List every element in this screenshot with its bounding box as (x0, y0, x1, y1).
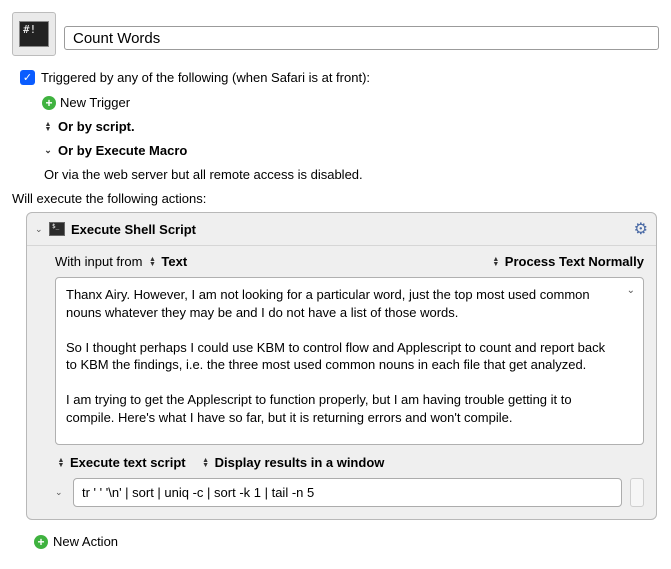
new-action-button[interactable]: + New Action (34, 534, 659, 549)
trigger-checkbox-label: Triggered by any of the following (when … (41, 70, 370, 85)
input-mode-value: Text (161, 254, 187, 269)
execute-option-selector[interactable]: ▲▼ Execute text script (55, 455, 186, 470)
plus-icon: + (34, 535, 48, 549)
chevron-down-icon[interactable]: ⌄ (55, 487, 65, 498)
display-option-selector[interactable]: ▲▼ Display results in a window (200, 455, 385, 470)
or-by-script-button[interactable]: ▲▼ Or by script. (42, 119, 659, 134)
script-side-handle[interactable] (630, 478, 644, 507)
input-text-content: Thanx Airy. However, I am not looking fo… (66, 287, 609, 425)
chevron-down-icon: ⌄ (42, 145, 54, 156)
macro-title-input[interactable] (64, 26, 659, 50)
checked-checkbox-icon[interactable]: ✓ (20, 70, 35, 85)
updown-icon: ▲▼ (200, 458, 212, 468)
chevron-down-icon[interactable]: ⌄ (627, 284, 635, 298)
process-mode-value: Process Text Normally (505, 254, 644, 269)
display-option-value: Display results in a window (215, 455, 385, 470)
header-row: #! (12, 12, 659, 56)
action-block: ⌄ $_ Execute Shell Script ⚙ With input f… (26, 212, 657, 520)
input-text-area[interactable]: ⌄ Thanx Airy. However, I am not looking f… (55, 277, 644, 445)
or-by-execute-macro-label: Or by Execute Macro (58, 143, 187, 158)
with-input-from-label: With input from (55, 254, 142, 269)
or-via-web-text: Or via the web server but all remote acc… (44, 167, 659, 182)
script-text-input[interactable] (73, 478, 622, 507)
updown-icon: ▲▼ (55, 458, 67, 468)
gear-icon[interactable]: ⚙ (634, 219, 648, 239)
action-header[interactable]: ⌄ $_ Execute Shell Script ⚙ (27, 213, 656, 246)
will-execute-label: Will execute the following actions: (12, 191, 659, 206)
or-via-web-label: Or via the web server but all remote acc… (44, 167, 363, 182)
new-trigger-button[interactable]: + New Trigger (42, 95, 659, 110)
terminal-icon: #! (19, 21, 49, 47)
updown-icon: ▲▼ (146, 257, 158, 267)
input-mode-selector[interactable]: ▲▼ Text (146, 254, 187, 269)
or-by-execute-macro-button[interactable]: ⌄ Or by Execute Macro (42, 143, 659, 158)
trigger-checkbox-row[interactable]: ✓ Triggered by any of the following (whe… (20, 70, 659, 85)
execute-option-value: Execute text script (70, 455, 186, 470)
updown-icon: ▲▼ (42, 122, 54, 132)
macro-icon-button[interactable]: #! (12, 12, 56, 56)
macro-icon-text: #! (23, 24, 36, 35)
new-trigger-label: New Trigger (60, 95, 130, 110)
chevron-down-icon[interactable]: ⌄ (35, 224, 47, 235)
plus-icon: + (42, 96, 56, 110)
updown-icon: ▲▼ (490, 257, 502, 267)
process-mode-selector[interactable]: ▲▼ Process Text Normally (490, 254, 644, 269)
new-action-label: New Action (53, 534, 118, 549)
action-title: Execute Shell Script (71, 222, 634, 237)
terminal-icon: $_ (49, 222, 65, 236)
or-by-script-label: Or by script. (58, 119, 135, 134)
